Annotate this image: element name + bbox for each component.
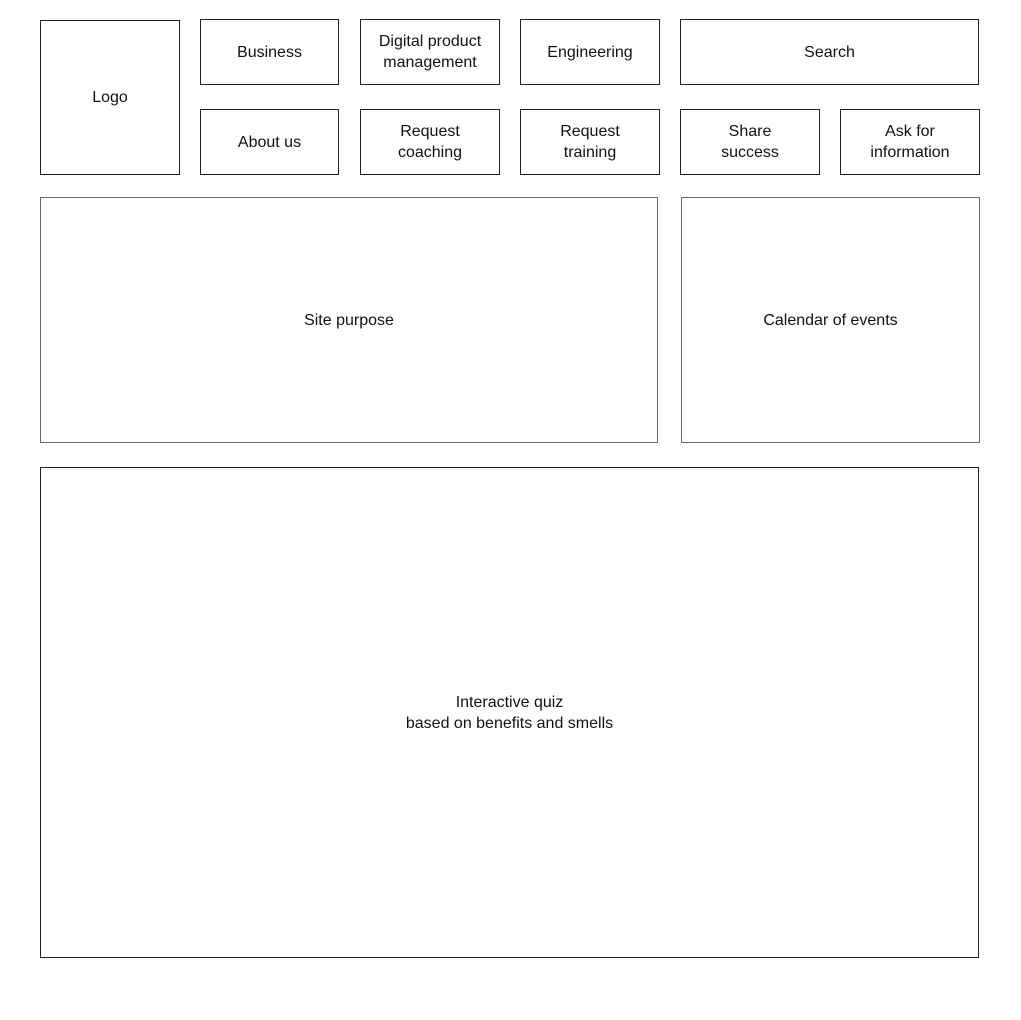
nav-business[interactable]: Business	[200, 19, 339, 85]
search-box[interactable]: Search	[680, 19, 979, 85]
nav-about-us[interactable]: About us	[200, 109, 339, 175]
interactive-quiz-panel[interactable]: Interactive quiz based on benefits and s…	[40, 467, 979, 958]
nav-request-coaching[interactable]: Request coaching	[360, 109, 500, 175]
nav-share-success[interactable]: Share success	[680, 109, 820, 175]
nav-engineering[interactable]: Engineering	[520, 19, 660, 85]
nav-ask-for-information[interactable]: Ask for information	[840, 109, 980, 175]
logo-placeholder[interactable]: Logo	[40, 20, 180, 175]
site-purpose-panel: Site purpose	[40, 197, 658, 443]
nav-digital-product-management[interactable]: Digital product management	[360, 19, 500, 85]
calendar-of-events-panel: Calendar of events	[681, 197, 980, 443]
nav-request-training[interactable]: Request training	[520, 109, 660, 175]
